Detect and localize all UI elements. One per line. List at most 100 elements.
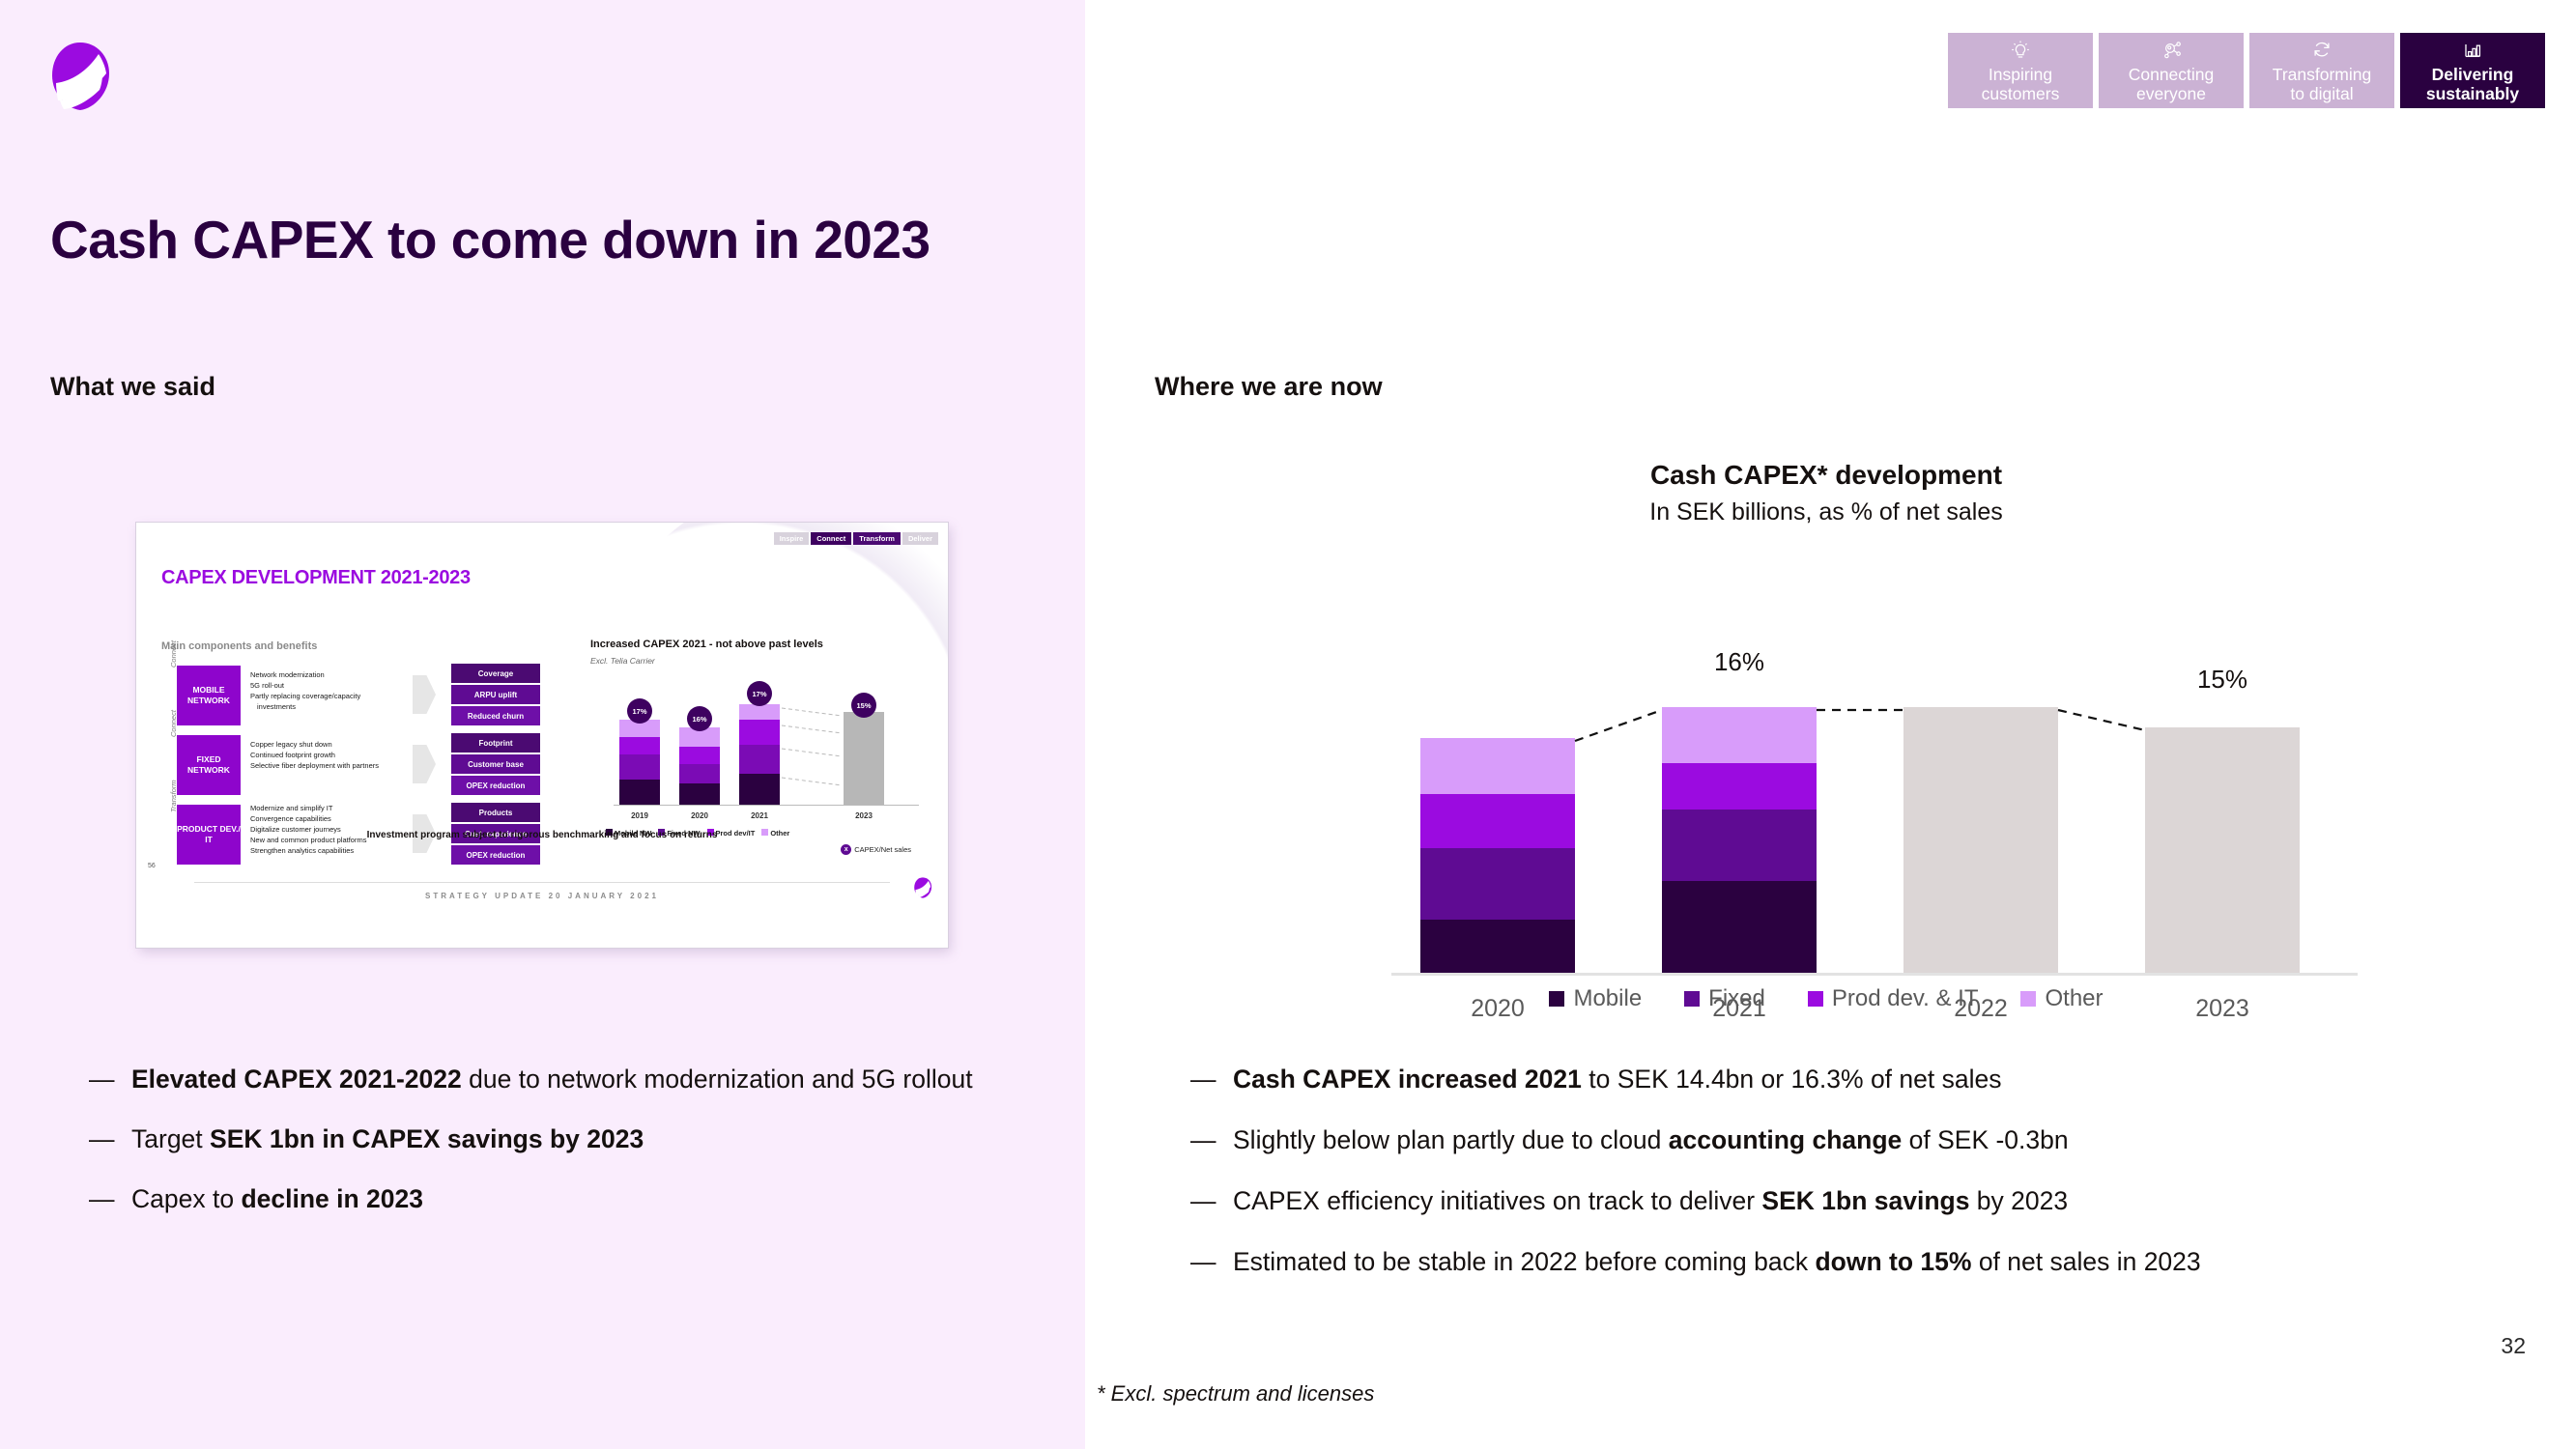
bullet-text: Target SEK 1bn in CAPEX savings by 2023 [131,1124,644,1153]
bullet-text: Estimated to be stable in 2022 before co… [1233,1247,2201,1276]
thumbnail-row-label: Connect [169,710,178,737]
right-bullet-list: — Cash CAPEX increased 2021 to SEK 14.4bn… [1190,1061,2408,1304]
bullet-text: Elevated CAPEX 2021-2022 due to network … [131,1065,973,1094]
tab-connecting-everyone[interactable]: Connecting everyone [2099,33,2244,108]
telia-logo [48,41,112,112]
thumbnail-benefit: Coverage [451,664,540,683]
legend-label: Mobile [1573,985,1643,1011]
thumbnail-bullet: Copper legacy shut down [250,740,332,749]
thumbnail-tabs: Inspire Connect Transform Deliver [773,532,938,545]
mini-chart-bar [619,720,660,805]
mini-chart-bar [739,704,780,805]
thumbnail-row-label: Connect [169,640,178,668]
thumbnail-tab-deliver: Deliver [902,532,938,545]
footnote: * Excl. spectrum and licenses [1097,1381,1375,1406]
bullet-item: — Estimated to be stable in 2022 before c… [1190,1243,2408,1280]
thumbnail-bullet-group: Copper legacy shut down Continued footpr… [250,739,395,771]
mini-chart-xlabel: 2023 [855,811,873,820]
thumbnail-benefit: ARPU uplift [451,685,540,704]
thumbnail-arrow-icon [413,675,436,714]
bullet-dash-icon: — [89,1065,115,1094]
mini-chart-xlabel: 2020 [691,811,708,820]
thumbnail-strategy-footer: STRATEGY UPDATE 20 JANUARY 2021 [425,892,659,900]
tab-label: Inspiring customers [1981,65,2060,103]
mini-chart-xlabel: 2021 [751,811,768,820]
legend-label: Prod dev. & IT [1831,985,1979,1011]
refresh-cycle-icon [2309,38,2334,63]
chart-title: Cash CAPEX* development [1649,460,2003,490]
thumbnail-divider [194,882,890,883]
thumbnail-bullet: Modernize and simplify IT [250,804,333,812]
bullet-item: — Slightly below plan partly due to cloud… [1190,1122,2408,1158]
thumbnail-bullet: Network modernization [250,670,325,679]
chart-point-label-2021: 16% [1713,647,1765,676]
legend-swatch [1807,991,1823,1007]
thumbnail-benefit: Customer base [451,754,540,774]
lightbulb-icon [2008,38,2033,63]
tab-transforming-to-digital[interactable]: Transforming to digital [2249,33,2394,108]
chart-plot-area: 16% 15% 2020 2021 2022 2023 [1391,589,2358,1022]
thumbnail-logo-icon [913,876,932,899]
thumbnail-benefit: OPEX reduction [451,845,540,865]
thumbnail-mini-chart: 17% 16% 17% 15% 2019 2020 2021 2023 Mobi… [600,677,919,855]
thumbnail-tab-transform: Transform [853,532,901,545]
thumbnail-component-box: FIXED NETWORK [177,735,241,795]
thumbnail-footer-statement: Investment program subject to rigorous b… [366,830,718,840]
legend-label: Fixed [1708,985,1765,1011]
bullet-text: CAPEX efficiency initiatives on track to… [1233,1186,2069,1215]
thumbnail-component-box: MOBILE NETWORK [177,666,241,725]
thumbnail-right-title: Increased CAPEX 2021 - not above past le… [590,639,823,650]
thumbnail-bullet: Selective fiber deployment with partners [250,761,379,770]
left-bullet-list: — Elevated CAPEX 2021-2022 due to network… [89,1061,997,1240]
bullet-dash-icon: — [1190,1247,1216,1276]
bullet-item: — Capex to decline in 2023 [89,1180,997,1217]
thumbnail-tab-connect: Connect [811,532,852,545]
segment-prod-dev-it [1420,794,1575,848]
mini-chart-bubble: 16% [687,706,712,731]
bullet-text: Cash CAPEX increased 2021 to SEK 14.4bn … [1233,1065,2002,1094]
mini-chart-bar [679,727,720,805]
chart-subtitle: In SEK billions, as % of net sales [1649,498,2003,526]
tab-label: Delivering sustainably [2425,65,2520,103]
chart-point-label-2023: 15% [2196,665,2248,694]
page-number: 32 [2501,1333,2526,1358]
thumbnail-canvas: Inspire Connect Transform Deliver CAPEX … [135,522,949,949]
chart-legend: Mobile Fixed Prod dev. & IT Other [1333,985,2319,1012]
thumbnail-bullet: Convergence capabilities [250,814,331,823]
legend-item-fixed: Fixed [1684,985,1765,1012]
bullet-dash-icon: — [89,1124,115,1153]
mini-chart-axis [614,805,919,806]
legend-swatch [2020,991,2037,1007]
network-nodes-icon [2159,38,2184,63]
mini-chart-xlabel: 2019 [631,811,648,820]
nav-tabs[interactable]: Inspiringcustomers Connectingeveryone [1948,33,2545,108]
thumbnail-arrow-icon [413,745,436,783]
bullet-dash-icon: — [89,1184,115,1213]
bullet-item: — Cash CAPEX increased 2021 to SEK 14.4bn… [1190,1061,2408,1097]
page-title: Cash CAPEX to come down in 2023 [50,209,930,270]
thumbnail-bullet: Partly replacing coverage/capacity inves… [250,692,361,711]
bar-2020 [1420,738,1575,973]
previous-slide-thumbnail[interactable]: Inspire Connect Transform Deliver CAPEX … [135,522,951,952]
thumbnail-bullet: Continued footprint growth [250,751,335,759]
thumbnail-bullet: Strengthen analytics capabilities [250,846,355,855]
thumbnail-benefit: OPEX reduction [451,776,540,795]
tab-inspiring-customers[interactable]: Inspiring customers [1948,33,2093,108]
bullet-dash-icon: — [1190,1125,1216,1154]
section-heading-what-we-said: What we said [50,372,216,401]
thumbnail-bullet-group: Network modernization 5G roll-out Partly… [250,669,395,712]
segment-prod-dev-it [1662,763,1817,810]
tab-delivering-sustainably[interactable]: Delivering sustainably [2400,33,2545,108]
legend-item-prod-dev-it: Prod dev. & IT [1807,985,1979,1012]
bar-chart-icon [2460,38,2485,63]
bar-2022-projected [1903,707,2058,973]
thumbnail-benefit: Products [451,803,540,822]
segment-fixed [1420,848,1575,920]
bullet-item: — Target SEK 1bn in CAPEX savings by 2023 [89,1121,997,1157]
bar-2021 [1662,707,1817,973]
bullet-text: Slightly below plan partly due to cloud … [1233,1125,2069,1154]
mini-chart-net-sales-note: x CAPEX/Net sales [841,844,911,855]
legend-item-mobile: Mobile [1549,985,1642,1012]
segment-mobile [1420,920,1575,973]
segment-fixed [1662,810,1817,881]
